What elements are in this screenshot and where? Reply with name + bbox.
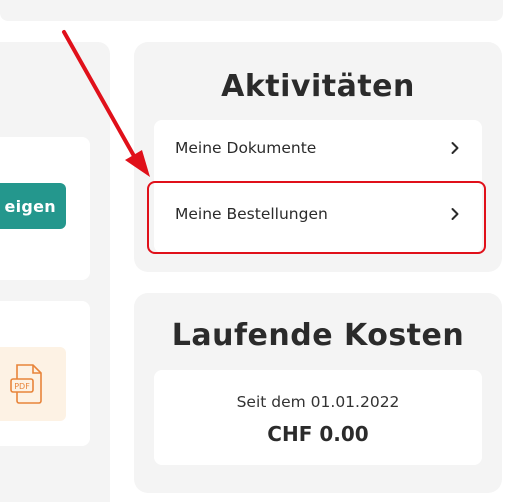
activities-title: Aktivitäten [221,69,415,104]
pdf-file-icon: PDF [10,364,42,404]
activity-item-label: Meine Dokumente [175,139,317,157]
running-costs-box: Seit dem 01.01.2022 CHF 0.00 [154,370,482,465]
top-bar [0,0,503,21]
running-costs-title: Laufende Kosten [171,318,465,353]
costs-amount: CHF 0.00 [267,422,369,446]
pdf-tile[interactable]: PDF [0,347,66,421]
activity-item-orders[interactable]: Meine Bestellungen [154,186,482,242]
activities-list: Meine Dokumente Meine Bestellungen [154,120,482,253]
costs-since-text: Seit dem 01.01.2022 [236,393,400,411]
show-button[interactable]: eigen [0,183,66,229]
pdf-icon-label: PDF [14,382,30,391]
activity-item-documents[interactable]: Meine Dokumente [154,120,482,176]
chevron-right-icon [451,142,459,154]
activity-item-label: Meine Bestellungen [175,205,328,223]
chevron-right-icon [451,208,459,220]
